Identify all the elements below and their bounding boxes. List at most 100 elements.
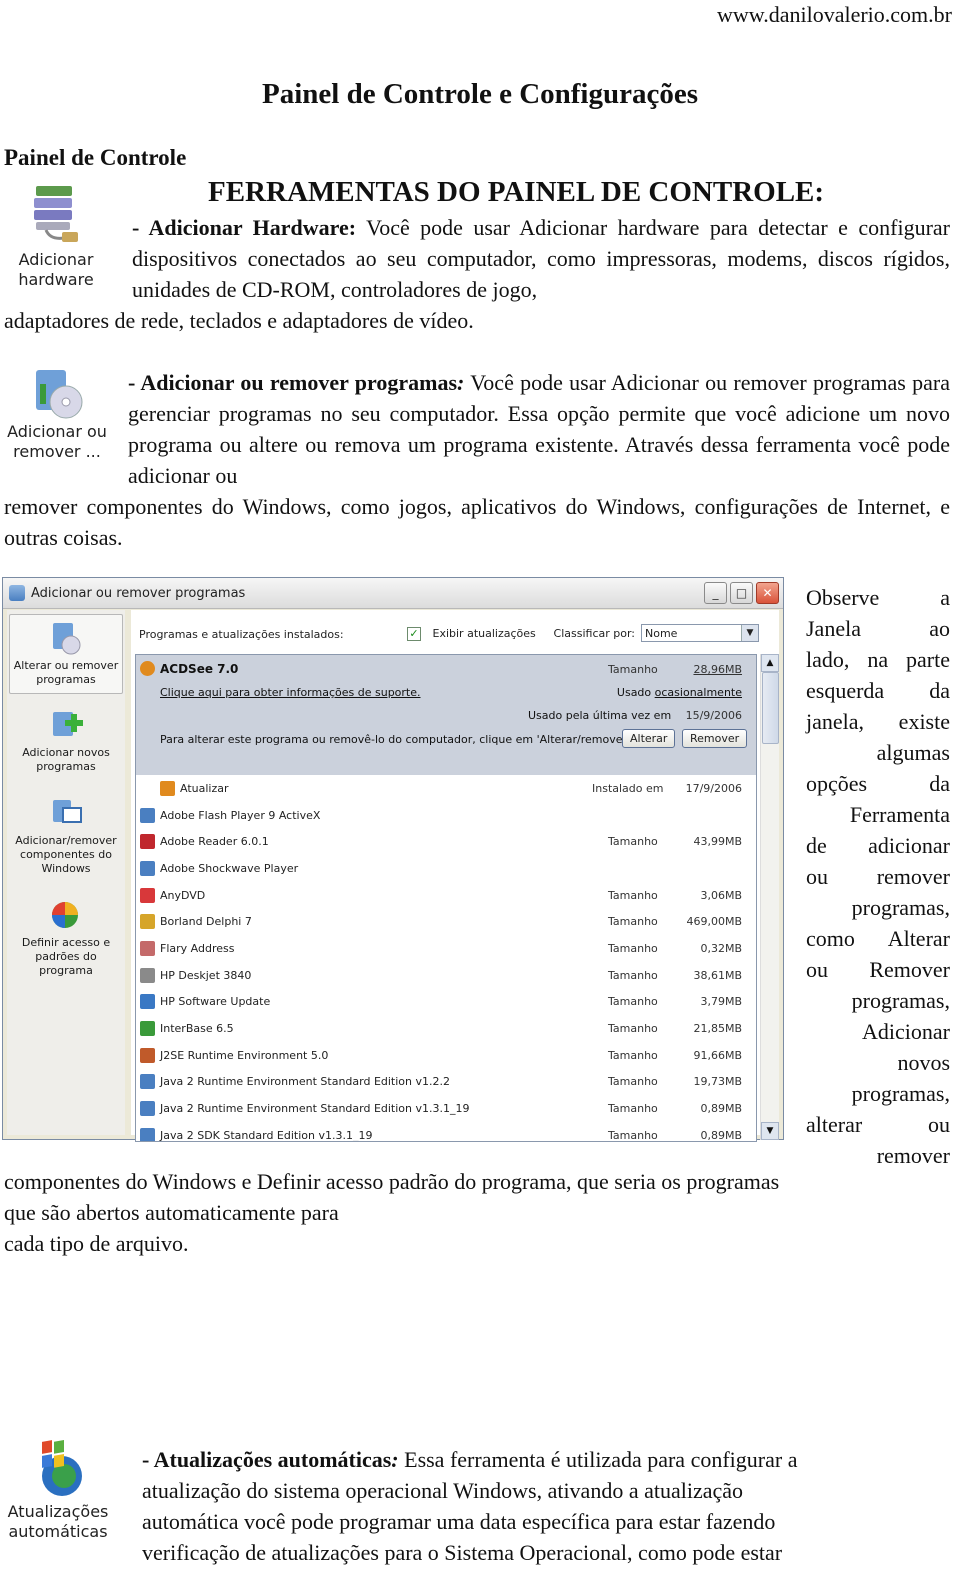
show-updates-label: Exibir atualizações — [432, 627, 536, 640]
program-attr-label: Tamanho — [608, 915, 658, 929]
program-icon — [140, 994, 155, 1010]
program-row[interactable]: HP Software Update Tamanho 3,79MB — [136, 989, 756, 1016]
icon-label: Adicionar — [18, 250, 94, 269]
scroll-thumb[interactable] — [762, 672, 779, 744]
show-updates-toggle[interactable]: ✓ Exibir atualizações — [407, 627, 536, 641]
program-name: Flary Address — [160, 941, 235, 955]
selected-program-name: ACDSee 7.0 — [160, 661, 239, 676]
program-row[interactable]: Flary Address Tamanho 0,32MB — [136, 935, 756, 962]
add-hardware-continuation: adaptadores de rede, teclados e adaptado… — [4, 308, 474, 333]
control-panel-item-automatic-updates[interactable]: Atualizações automáticas — [4, 1440, 112, 1542]
add-hardware-icon — [26, 180, 86, 250]
control-panel-item-add-remove-programs[interactable]: Adicionar ou remover ... — [4, 364, 110, 462]
sort-label: Classificar por: — [553, 627, 635, 640]
window-sidebar: Alterar ou remover programas Adicionar n… — [7, 610, 125, 1135]
icon-label: Atualizações — [7, 1502, 109, 1521]
site-url: www.danilovalerio.com.br — [716, 2, 952, 27]
text-line: atualização do sistema operacional Windo… — [142, 1478, 744, 1503]
program-attr-label: Tamanho — [608, 835, 658, 849]
text-line: alterar ou — [806, 1112, 950, 1137]
program-attr-value: 3,06MB — [700, 888, 742, 902]
window-titlebar[interactable]: Adicionar ou remover programas _ □ ✕ — [3, 578, 783, 609]
selected-program-row[interactable]: ACDSee 7.0 Tamanho 28,96MB Clique aqui p… — [136, 655, 756, 775]
program-icon — [140, 914, 155, 930]
program-row[interactable]: Adobe Flash Player 9 ActiveX — [136, 802, 756, 829]
sidebar-item-label: Alterar ou remover programas — [13, 659, 119, 686]
program-row[interactable]: J2SE Runtime Environment 5.0 Tamanho 91,66… — [136, 1042, 756, 1069]
program-row[interactable]: Borland Delphi 7 Tamanho 469,00MB — [136, 908, 756, 935]
scroll-up-arrow-icon[interactable]: ▲ — [761, 654, 779, 672]
program-icon — [140, 887, 155, 903]
automatic-updates-heading: - Atualizações automáticas — [142, 1447, 392, 1472]
text-line: automática você pode programar uma data … — [142, 1509, 776, 1534]
sidebar-item-change-remove-programs[interactable]: Alterar ou remover programas — [9, 614, 123, 694]
program-name: Atualizar — [180, 781, 229, 795]
show-updates-checkbox[interactable]: ✓ — [407, 627, 421, 641]
text-line: como Alterar — [806, 926, 950, 951]
program-attr-value: 21,85MB — [693, 1022, 742, 1036]
section-title: Painel de Controle — [4, 145, 187, 170]
program-icon — [140, 1074, 155, 1090]
program-attr-value: 43,99MB — [693, 835, 742, 849]
program-attr-label: Tamanho — [608, 1022, 658, 1036]
program-icon — [140, 1021, 155, 1037]
program-attr-label: Tamanho — [608, 1102, 658, 1116]
program-attr-value: 0,32MB — [700, 941, 742, 955]
program-row[interactable]: AnyDVD Tamanho 3,06MB — [136, 882, 756, 909]
text-line: Observe a — [806, 585, 950, 610]
support-info-link[interactable]: Clique aqui para obter informações de su… — [160, 686, 421, 699]
used-frequency-link[interactable]: ocasionalmente — [655, 686, 742, 699]
maximize-button[interactable]: □ — [730, 582, 753, 604]
program-row[interactable]: Java 2 Runtime Environment Standard Edit… — [136, 1095, 756, 1122]
chevron-down-icon[interactable]: ▼ — [741, 625, 758, 641]
text-line: janela, existe — [806, 709, 950, 734]
last-used-label: Usado pela última vez em — [528, 709, 672, 722]
text-line: Essa ferramenta é utilizada para configu… — [398, 1447, 798, 1472]
icon-label: automáticas — [8, 1522, 108, 1541]
program-icon — [140, 860, 155, 876]
size-value-link[interactable]: 28,96MB — [693, 663, 742, 676]
program-icon — [140, 967, 155, 983]
acdsee-icon — [140, 661, 155, 676]
program-attr-value: 469,00MB — [686, 915, 742, 929]
program-row[interactable]: Atualizar Instalado em 17/9/2006 — [136, 775, 756, 802]
text-line: componentes do Windows e Definir acesso … — [4, 1169, 780, 1194]
program-attr-label: Instalado em — [592, 781, 664, 795]
program-name: Adobe Flash Player 9 ActiveX — [160, 808, 321, 822]
change-button[interactable]: Alterar — [622, 729, 676, 748]
add-hardware-heading: - Adicionar Hardware: — [132, 215, 357, 240]
minimize-button[interactable]: _ — [704, 582, 727, 604]
text-line: Adicionar — [862, 1019, 950, 1044]
automatic-updates-icon — [30, 1440, 86, 1502]
program-row[interactable]: HP Deskjet 3840 Tamanho 38,61MB — [136, 962, 756, 989]
icon-label: Adicionar ou — [7, 422, 107, 441]
remove-button[interactable]: Remover — [682, 729, 748, 748]
change-remove-programs-icon — [49, 621, 83, 655]
text-line: algumas — [876, 740, 950, 765]
programs-scrollbar[interactable]: ▲ ▼ — [760, 654, 779, 1140]
program-name: J2SE Runtime Environment 5.0 — [160, 1048, 329, 1062]
program-attr-label: Tamanho — [608, 995, 658, 1009]
size-label: Tamanho — [608, 663, 658, 676]
program-name: Java 2 SDK Standard Edition v1.3.1_19 — [160, 1128, 373, 1142]
program-row[interactable]: Java 2 Runtime Environment Standard Edit… — [136, 1069, 756, 1096]
program-row[interactable]: Java 2 SDK Standard Edition v1.3.1_19 Tam… — [136, 1122, 756, 1142]
close-button[interactable]: ✕ — [756, 582, 779, 604]
sidebar-item-windows-components[interactable]: Adicionar/remover componentes do Windows — [9, 790, 123, 882]
sidebar-item-program-defaults[interactable]: Definir acesso e padrões do programa — [9, 892, 123, 984]
tools-heading: FERRAMENTAS DO PAINEL DE CONTROLE: — [208, 176, 825, 208]
program-attr-value: 17/9/2006 — [685, 781, 742, 795]
sort-value: Nome — [645, 627, 678, 640]
program-row[interactable]: Adobe Shockwave Player — [136, 855, 756, 882]
program-attr-label: Tamanho — [608, 968, 658, 982]
sort-select[interactable]: Nome ▼ — [641, 624, 759, 642]
control-panel-item-add-hardware[interactable]: Adicionar hardware — [6, 180, 106, 290]
scroll-down-arrow-icon[interactable]: ▼ — [761, 1122, 779, 1140]
change-remove-instruction: Para alterar este programa ou removê-lo … — [160, 733, 634, 746]
sidebar-item-add-new-programs[interactable]: Adicionar novos programas — [9, 702, 123, 780]
page-title: Painel de Controle e Configurações — [261, 78, 699, 110]
program-icon — [160, 780, 175, 796]
program-row[interactable]: Adobe Reader 6.0.1 Tamanho 43,99MB — [136, 828, 756, 855]
text-line: programas, — [851, 895, 950, 920]
program-row[interactable]: InterBase 6.5 Tamanho 21,85MB — [136, 1015, 756, 1042]
